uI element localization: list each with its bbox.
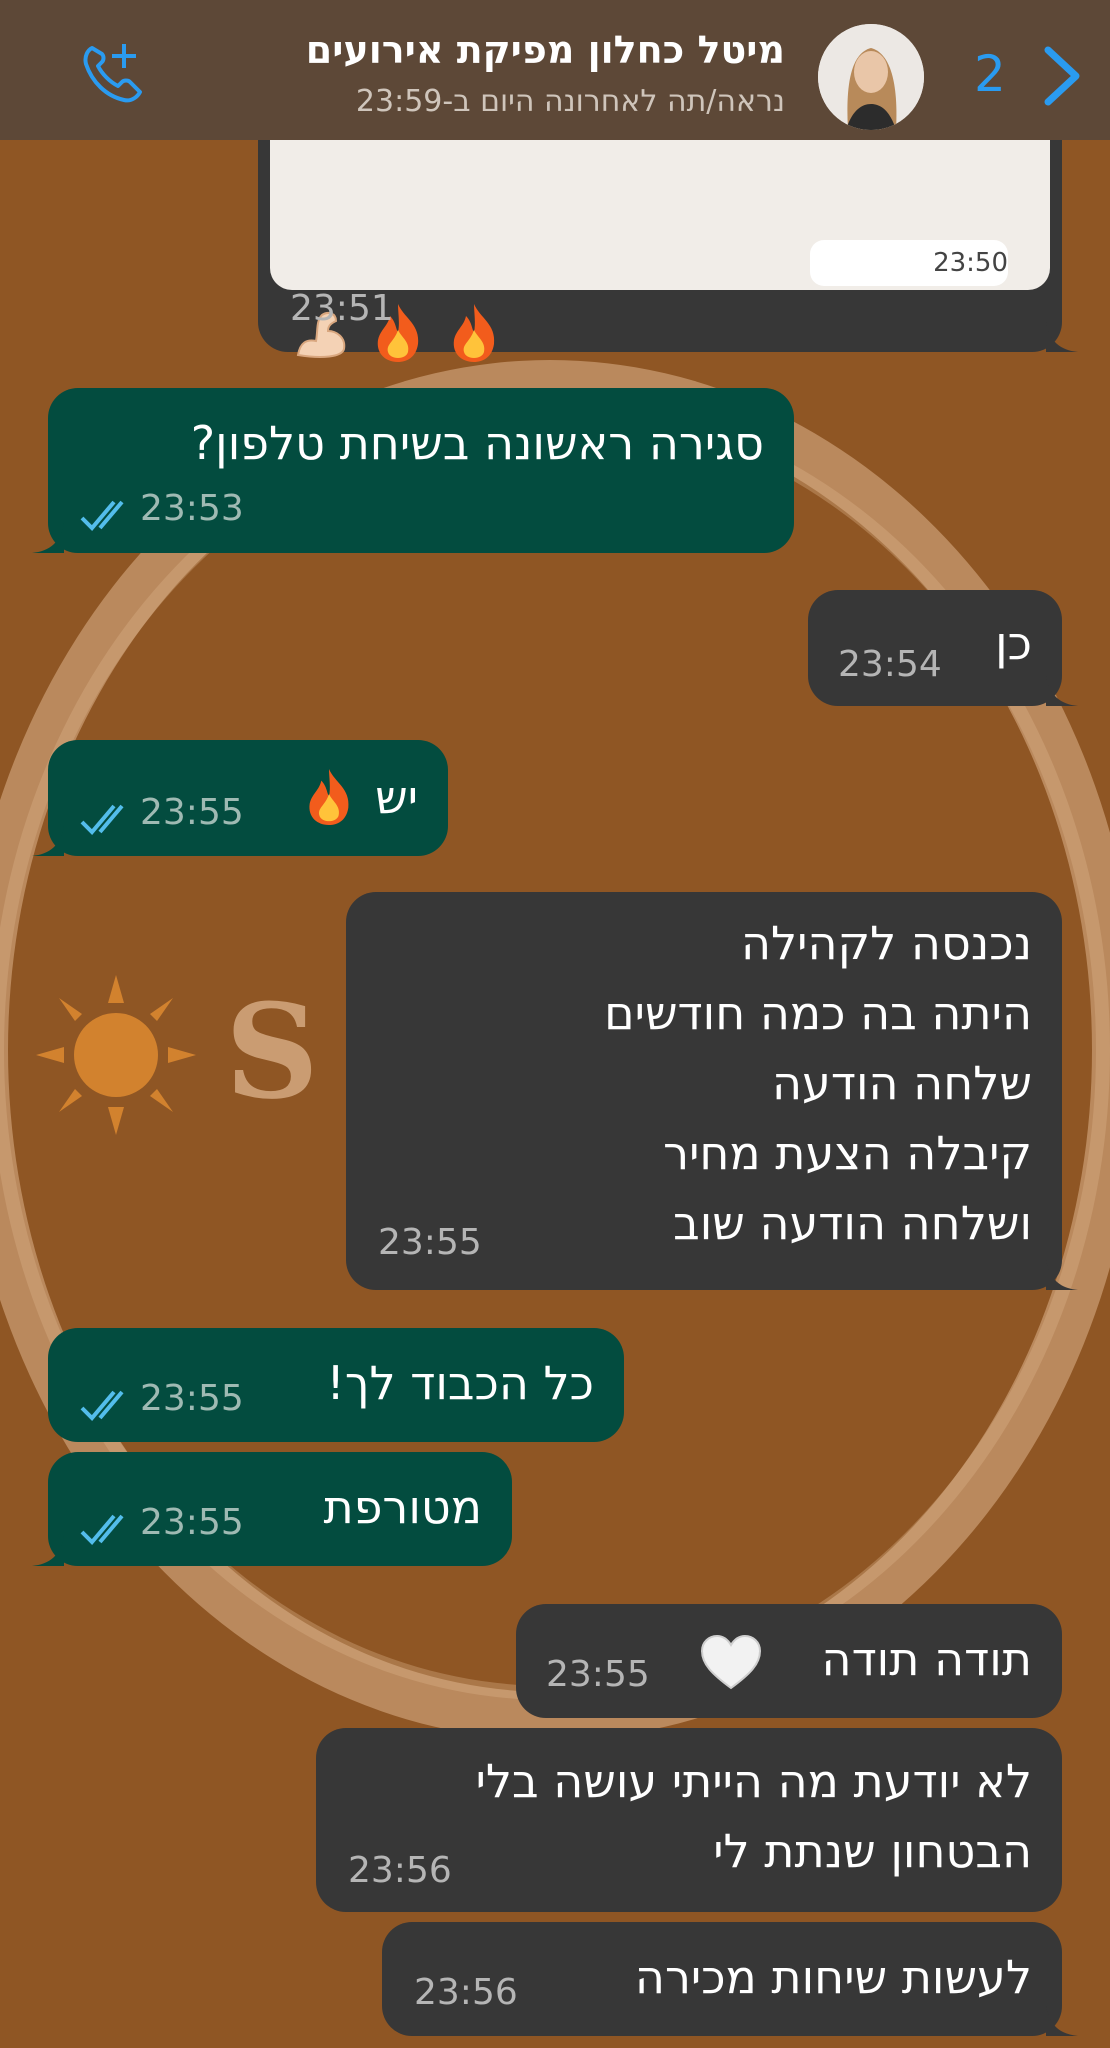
chat-header: מיטל כחלון מפיקת אירועים נראה/תה לאחרונה… bbox=[0, 0, 1110, 140]
message-time: 23:55 bbox=[140, 1502, 244, 1543]
message-line: שלחה הודעה bbox=[771, 1056, 1032, 1110]
bubble-tail bbox=[1046, 1260, 1078, 1290]
message-line: הבטחון שנתת לי bbox=[713, 1824, 1032, 1878]
contact-name[interactable]: מיטל כחלון מפיקת אירועים bbox=[306, 28, 785, 72]
bubble-tail bbox=[1046, 676, 1078, 706]
message-bubble-incoming[interactable]: לעשות שיחות מכירה 23:56 bbox=[382, 1922, 1078, 2036]
message-bubble-outgoing[interactable]: מטורפת 23:55 bbox=[32, 1452, 512, 1566]
double-check-icon bbox=[80, 1390, 124, 1421]
message-time: 23:56 bbox=[414, 1972, 518, 2013]
message-text: כל הכבוד לך! bbox=[326, 1356, 594, 1410]
message-text: תודה תודה bbox=[821, 1632, 1032, 1686]
message-time: 23:53 bbox=[140, 488, 244, 529]
chevron-right-icon[interactable] bbox=[1040, 44, 1086, 108]
message-time: 23:55 bbox=[140, 792, 244, 833]
unread-count[interactable]: 2 bbox=[974, 45, 1006, 103]
message-text: לעשות שיחות מכירה bbox=[634, 1950, 1032, 2004]
message-line: לא יודעת מה הייתי עושה בלי bbox=[475, 1754, 1032, 1808]
message-text: כן bbox=[995, 616, 1032, 670]
message-text: יש bbox=[375, 770, 418, 824]
sun-icon bbox=[36, 975, 196, 1135]
bubble-tail bbox=[32, 1536, 64, 1566]
message-time: 23:55 bbox=[140, 1378, 244, 1419]
message-bubble-incoming[interactable]: תודה תודה 23:55 bbox=[516, 1604, 1062, 1718]
avatar[interactable] bbox=[818, 24, 924, 130]
message-line: ושלחה הודעה שוב bbox=[673, 1196, 1032, 1250]
bubble-tail bbox=[1046, 322, 1078, 352]
message-time: 23:54 bbox=[838, 644, 942, 685]
last-seen-status: נראה/תה לאחרונה היום ב-23:59 bbox=[355, 84, 785, 119]
add-call-icon[interactable] bbox=[78, 38, 148, 108]
message-text: סגירה ראשונה בשיחת טלפון? bbox=[190, 416, 764, 470]
double-check-icon bbox=[80, 1514, 124, 1545]
fire-icon bbox=[309, 768, 349, 826]
message-time: 23:55 bbox=[378, 1222, 482, 1263]
fire-icon bbox=[453, 303, 494, 362]
message-bubble-incoming[interactable]: לא יודעת מה הייתי עושה בלי הבטחון שנתת ל… bbox=[316, 1728, 1062, 1912]
message-line: היתה בה כמה חודשים bbox=[604, 986, 1032, 1040]
media-timestamp: 23:50 bbox=[810, 240, 1008, 286]
message-text: מטורפת bbox=[323, 1480, 482, 1534]
message-bubble-incoming[interactable]: כן 23:54 bbox=[808, 590, 1078, 706]
message-bubble-incoming[interactable]: נכנסה לקהילה היתה בה כמה חודשים שלחה הוד… bbox=[346, 892, 1078, 1290]
bubble-tail bbox=[1046, 2006, 1078, 2036]
message-time: 23:55 bbox=[546, 1654, 650, 1695]
double-check-icon bbox=[80, 500, 124, 531]
message-bubble-outgoing[interactable]: כל הכבוד לך! 23:55 bbox=[48, 1328, 624, 1442]
message-time: 23:51 bbox=[290, 288, 394, 329]
message-line: נכנסה לקהילה bbox=[740, 916, 1032, 970]
message-time: 23:56 bbox=[348, 1850, 452, 1891]
bubble-tail bbox=[32, 826, 64, 856]
message-bubble-outgoing[interactable]: סגירה ראשונה בשיחת טלפון? 23:53 bbox=[32, 388, 794, 553]
bubble-tail bbox=[32, 523, 64, 553]
message-line: קיבלה הצעת מחיר bbox=[663, 1126, 1032, 1180]
white-heart-icon bbox=[700, 1634, 762, 1690]
double-check-icon bbox=[80, 804, 124, 835]
message-bubble-outgoing[interactable]: יש 23:55 bbox=[32, 740, 448, 856]
wallpaper-logo: S bbox=[225, 975, 319, 1128]
